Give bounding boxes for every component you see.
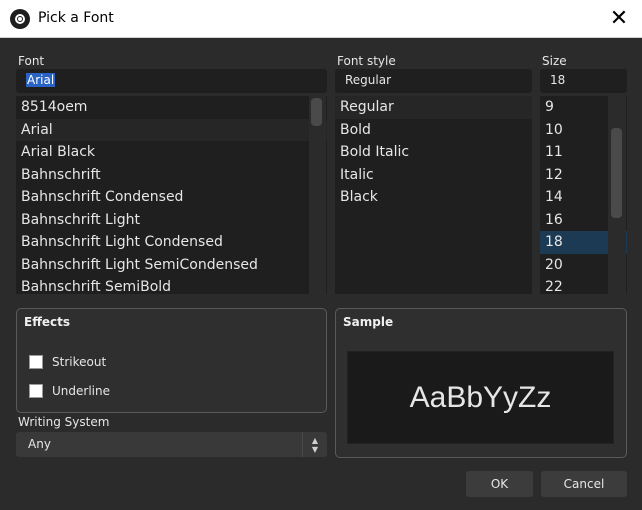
chevron-up-icon: ▲: [311, 435, 319, 445]
writing-system-select[interactable]: Any ▲ ▼: [16, 432, 327, 457]
sample-group: Sample AaBbYyZz: [335, 308, 627, 458]
effects-title: Effects: [24, 315, 71, 329]
size-list-scroll-thumb[interactable]: [611, 128, 622, 218]
list-item[interactable]: Italic: [335, 164, 532, 187]
list-item[interactable]: Bahnschrift: [16, 164, 327, 187]
chevron-down-icon: ▼: [311, 444, 319, 454]
title-bar: Pick a Font ✕: [0, 0, 642, 38]
strikeout-checkbox-row[interactable]: Strikeout: [29, 354, 106, 370]
list-item[interactable]: Bahnschrift Condensed: [16, 186, 327, 209]
writing-system-label: Writing System: [18, 415, 110, 429]
font-style-label: Font style: [337, 54, 396, 68]
obs-logo-icon: [10, 9, 30, 29]
font-style-input[interactable]: Regular: [335, 69, 532, 93]
size-input[interactable]: 18: [540, 69, 627, 93]
strikeout-label: Strikeout: [52, 355, 107, 369]
underline-label: Underline: [52, 384, 110, 398]
effects-group: Effects Strikeout Underline: [16, 308, 327, 413]
list-item[interactable]: Bahnschrift Light SemiCondensed: [16, 254, 327, 277]
window-title: Pick a Font: [38, 10, 114, 26]
list-item[interactable]: Bold Italic: [335, 141, 532, 164]
list-item[interactable]: Bold: [335, 119, 532, 142]
list-item[interactable]: Arial: [16, 118, 327, 141]
font-style-list[interactable]: Regular Bold Bold Italic Italic Black: [335, 96, 532, 294]
ok-button[interactable]: OK: [466, 471, 533, 497]
spin-arrows-icon[interactable]: ▲ ▼: [302, 432, 327, 457]
font-list-scroll-thumb[interactable]: [311, 98, 322, 126]
underline-checkbox-row[interactable]: Underline: [29, 383, 110, 399]
sample-preview: AaBbYyZz: [347, 351, 614, 444]
list-item[interactable]: Bahnschrift Light: [16, 209, 327, 232]
font-input-value: Arial: [26, 73, 56, 87]
close-button[interactable]: ✕: [596, 0, 642, 38]
list-item[interactable]: Bahnschrift SemiBold: [16, 276, 327, 294]
underline-checkbox[interactable]: [29, 384, 43, 398]
font-list-scrollbar[interactable]: [309, 96, 326, 294]
list-item[interactable]: Regular: [335, 96, 532, 119]
list-item[interactable]: Bahnschrift Light Condensed: [16, 231, 327, 254]
list-item[interactable]: Black: [335, 186, 532, 209]
writing-system-value: Any: [28, 437, 51, 451]
size-list-scrollbar[interactable]: [608, 96, 626, 294]
list-item[interactable]: 8514oem: [16, 96, 327, 119]
list-item[interactable]: Arial Black: [16, 141, 327, 164]
strikeout-checkbox[interactable]: [29, 355, 43, 369]
sample-title: Sample: [343, 315, 394, 329]
font-label: Font: [18, 54, 45, 68]
font-list[interactable]: 8514oem Arial Arial Black Bahnschrift Ba…: [16, 96, 327, 294]
cancel-button[interactable]: Cancel: [541, 471, 627, 497]
font-input[interactable]: Arial: [16, 69, 327, 93]
size-label: Size: [542, 54, 567, 68]
